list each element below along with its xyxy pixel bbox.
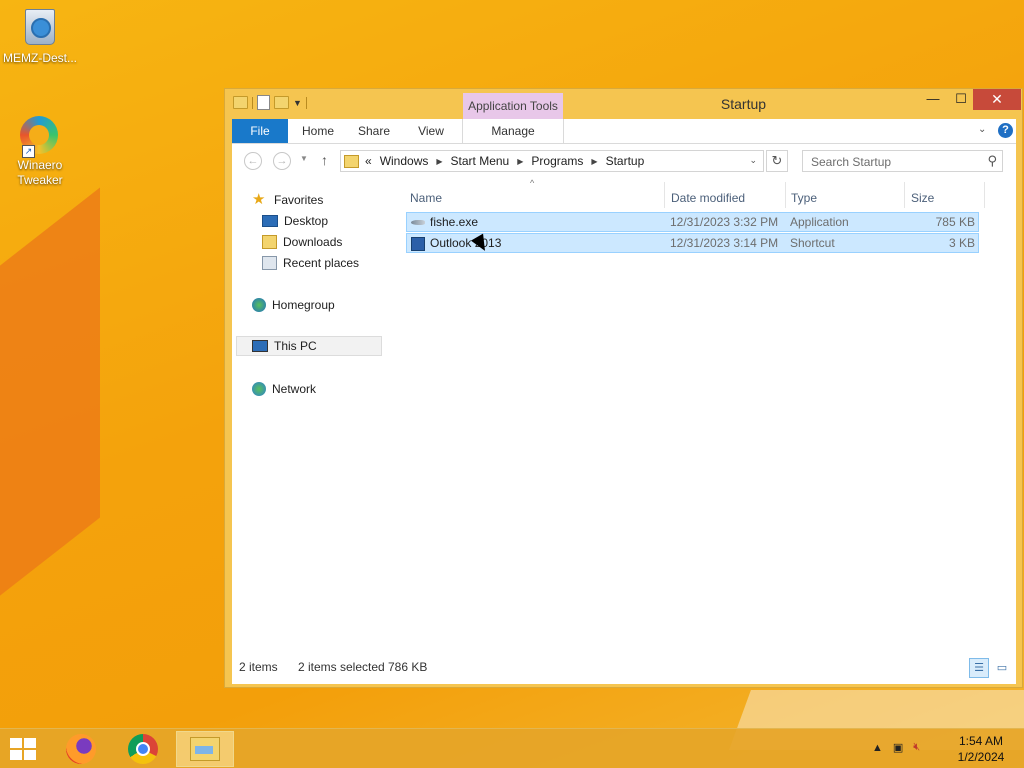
volume-muted-icon[interactable]: 🔇︎: [913, 741, 920, 754]
chevron-down-icon[interactable]: ⌄: [749, 155, 757, 166]
file-name: fishe.exe: [430, 215, 479, 229]
downloads-icon: [262, 235, 277, 249]
network-icon: [252, 382, 266, 396]
winaero-icon: ↗: [20, 116, 60, 158]
search-icon[interactable]: ⚲: [987, 153, 997, 169]
ribbon: File Home Share View Manage ⌄ ?: [232, 119, 1016, 144]
firefox-icon: [66, 734, 96, 764]
tab-file[interactable]: File: [232, 119, 288, 143]
file-size: 785 KB: [935, 215, 975, 229]
desktop-icon-label: Winaero Tweaker: [17, 158, 63, 187]
system-tray: ▲ ▣ 🔇︎: [872, 741, 920, 754]
file-explorer-icon: [190, 737, 220, 761]
clock[interactable]: 1:54 AM 1/2/2024: [950, 733, 1012, 765]
maximize-button[interactable]: ☐: [947, 89, 975, 110]
status-selected-size: 786 KB: [388, 660, 428, 674]
breadcrumb-programs[interactable]: Programs: [531, 154, 583, 168]
status-item-count: 2 items: [239, 660, 278, 674]
refresh-button[interactable]: ↻: [766, 150, 788, 172]
up-button[interactable]: ↑: [321, 152, 328, 168]
breadcrumb-start-menu[interactable]: Start Menu: [451, 154, 510, 168]
breadcrumb-overflow[interactable]: «: [365, 154, 372, 168]
chrome-icon: [128, 734, 158, 764]
search-input[interactable]: [809, 152, 983, 172]
taskbar: ▲ ▣ 🔇︎ 1:54 AM 1/2/2024: [0, 728, 1024, 768]
recent-places-icon: [262, 256, 277, 270]
start-button[interactable]: [10, 738, 38, 762]
tab-manage[interactable]: Manage: [462, 119, 564, 143]
file-size: 3 KB: [948, 236, 975, 250]
taskbar-file-explorer[interactable]: [176, 731, 234, 767]
back-button[interactable]: ←: [244, 152, 262, 170]
desktop-icon: [262, 215, 278, 227]
desktop-icon-winaero[interactable]: ↗ Winaero Tweaker: [0, 116, 80, 188]
nav-downloads[interactable]: Downloads: [262, 232, 342, 252]
network-tray-icon[interactable]: ▣: [893, 741, 903, 754]
file-type: Shortcut: [790, 236, 835, 250]
minimize-button[interactable]: —: [919, 89, 947, 110]
nav-network[interactable]: Network: [252, 379, 316, 399]
chevron-right-icon[interactable]: ▶: [517, 157, 523, 166]
nav-favorites[interactable]: ★ Favorites: [252, 190, 323, 210]
column-header-type[interactable]: Type: [791, 188, 817, 208]
taskbar-firefox[interactable]: [52, 731, 110, 767]
nav-this-pc[interactable]: This PC: [236, 336, 382, 356]
close-button[interactable]: ✕: [973, 89, 1021, 110]
breadcrumb-startup[interactable]: Startup: [606, 154, 645, 168]
recent-locations-icon[interactable]: ▼: [300, 154, 308, 163]
navigation-pane: ★ Favorites Desktop Downloads Recent pla…: [232, 178, 392, 648]
fish-icon: [411, 220, 425, 225]
taskbar-chrome[interactable]: [114, 731, 172, 767]
shortcut-arrow-icon: ↗: [22, 145, 35, 158]
file-row[interactable]: fishe.exe 12/31/2023 3:32 PM Application…: [406, 212, 979, 232]
column-header-name[interactable]: Name: [410, 188, 442, 208]
chevron-right-icon[interactable]: ▶: [591, 157, 597, 166]
tab-share[interactable]: Share: [350, 119, 398, 143]
help-icon[interactable]: ?: [998, 123, 1013, 138]
shortcut-icon: [411, 237, 425, 251]
navigation-bar: ← → ▼ ↑ « Windows ▶ Start Menu ▶ Program…: [232, 144, 1016, 178]
search-box[interactable]: ⚲: [802, 150, 1003, 172]
column-header-date[interactable]: Date modified: [671, 188, 745, 208]
explorer-window: ▼ Application Tools Startup — ☐ ✕ File H…: [224, 88, 1023, 688]
file-date: 12/31/2023 3:14 PM: [670, 236, 779, 250]
nav-recent-places[interactable]: Recent places: [262, 253, 359, 273]
folder-icon: [344, 154, 359, 168]
star-icon: ★: [252, 191, 266, 208]
recycle-bin-icon: [20, 9, 60, 49]
clock-time: 1:54 AM: [958, 734, 1004, 748]
show-hidden-icons-icon[interactable]: ▲: [872, 742, 883, 754]
nav-desktop[interactable]: Desktop: [262, 211, 328, 231]
wallpaper-shape: [0, 187, 100, 643]
column-header-size[interactable]: Size: [911, 188, 934, 208]
address-bar[interactable]: « Windows ▶ Start Menu ▶ Programs ▶ Star…: [340, 150, 764, 172]
clock-date: 1/2/2024: [957, 750, 1005, 764]
file-date: 12/31/2023 3:32 PM: [670, 215, 779, 229]
status-selected-count: 2 items selected: [298, 660, 385, 674]
nav-homegroup[interactable]: Homegroup: [252, 295, 335, 315]
large-icons-view-icon[interactable]: ▭: [992, 658, 1012, 678]
file-row[interactable]: Outlook 2013 12/31/2023 3:14 PM Shortcut…: [406, 233, 979, 253]
chevron-right-icon[interactable]: ▶: [436, 157, 442, 166]
file-list: ^ Name Date modified Type Size fishe.exe…: [399, 178, 1016, 648]
homegroup-icon: [252, 298, 266, 312]
file-name: Outlook 2013: [430, 236, 502, 250]
file-type: Application: [790, 215, 849, 229]
window-title: Startup: [720, 96, 767, 112]
computer-icon: [252, 340, 268, 352]
sort-arrow-icon: ^: [530, 178, 535, 188]
breadcrumb-windows[interactable]: Windows: [380, 154, 429, 168]
forward-button[interactable]: →: [273, 152, 291, 170]
desktop-icon-memz[interactable]: MEMZ-Dest...: [0, 6, 80, 66]
expand-ribbon-icon[interactable]: ⌄: [978, 124, 986, 135]
desktop-icon-label: MEMZ-Dest...: [3, 51, 77, 65]
status-bar: 2 items 2 items selected 786 KB ☰ ▭: [232, 648, 1016, 684]
details-view-icon[interactable]: ☰: [969, 658, 989, 678]
content-area: ★ Favorites Desktop Downloads Recent pla…: [232, 178, 1016, 684]
title-bar[interactable]: ▼ Application Tools Startup — ☐ ✕: [225, 89, 1022, 119]
tab-view[interactable]: View: [407, 119, 455, 143]
tab-home[interactable]: Home: [294, 119, 342, 143]
